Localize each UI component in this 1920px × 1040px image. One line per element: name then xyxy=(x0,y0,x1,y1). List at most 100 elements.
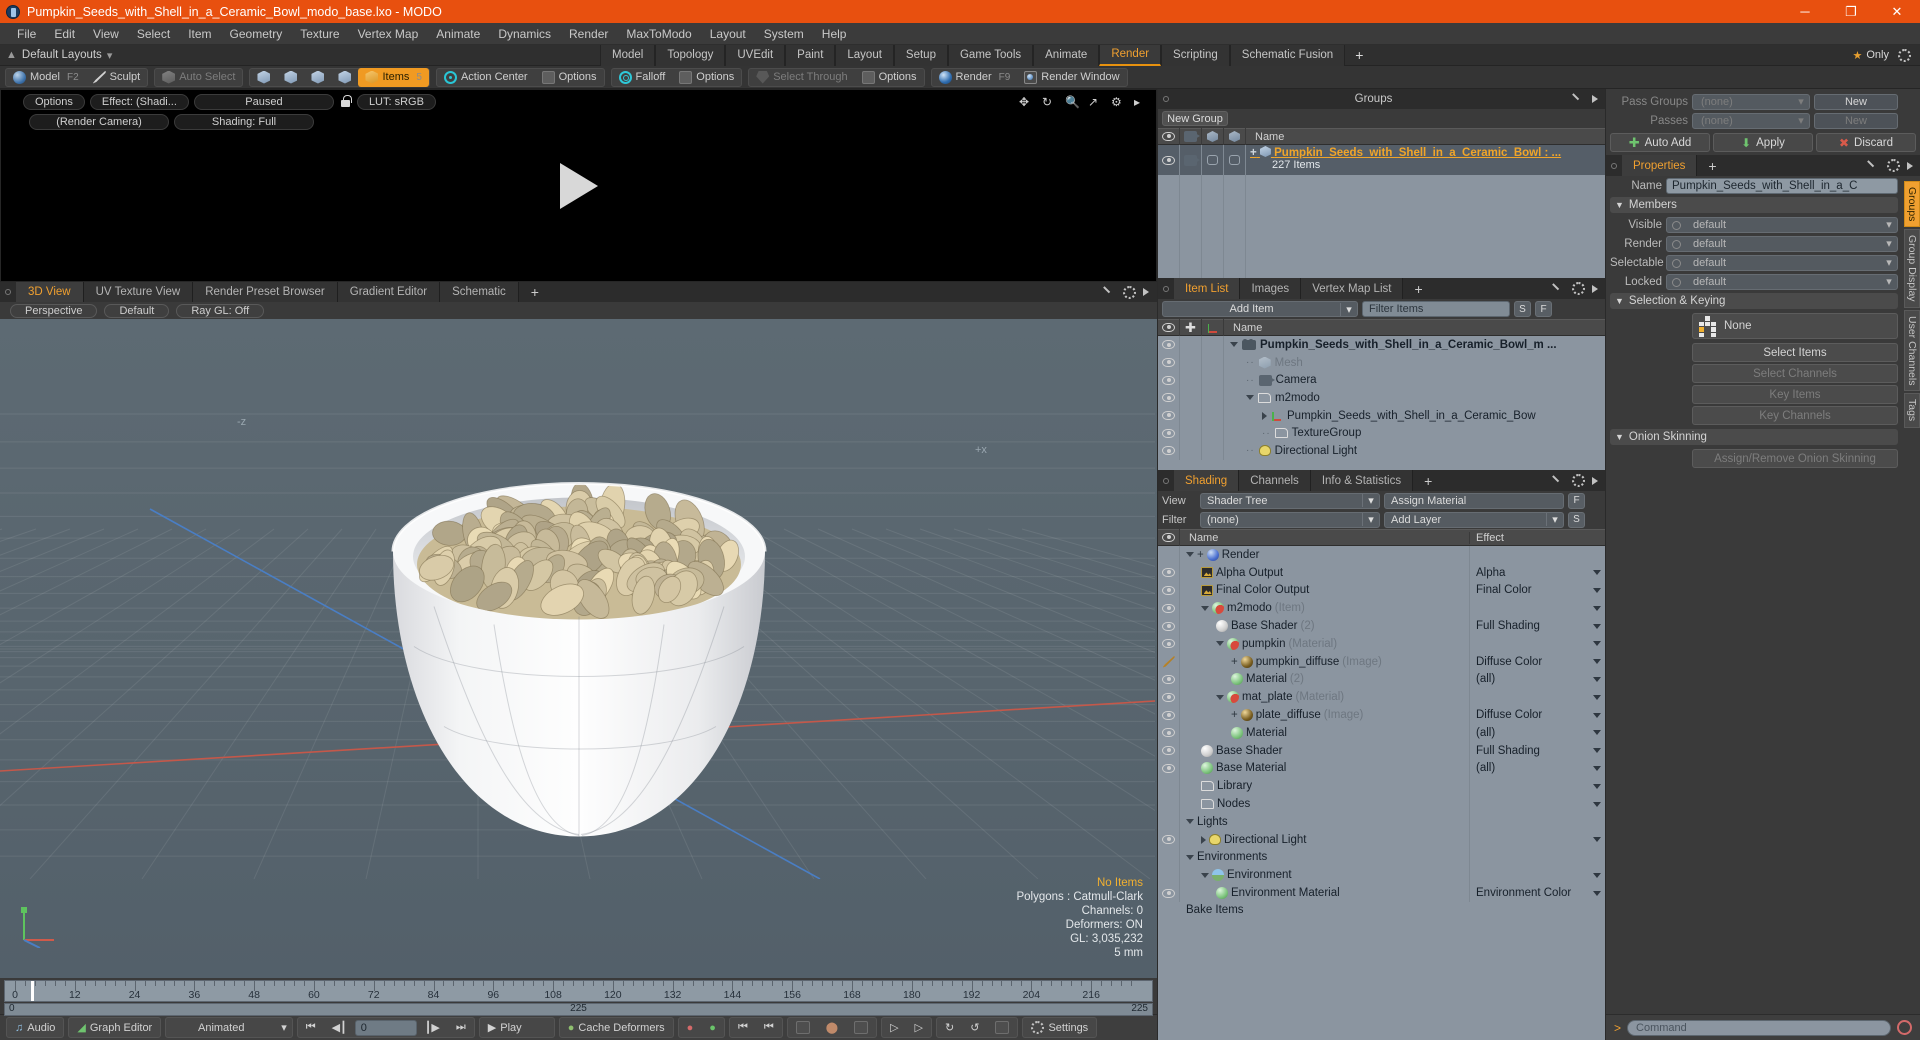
shader-row-name[interactable]: Lights xyxy=(1180,816,1469,828)
shader-row-name[interactable]: Base Shader (2) xyxy=(1180,620,1469,633)
menu-system[interactable]: System xyxy=(755,25,813,43)
item-list-dot[interactable] xyxy=(1158,278,1174,299)
shader-row-effect[interactable] xyxy=(1469,634,1605,653)
item-row-visible[interactable] xyxy=(1158,353,1180,372)
group-visible-toggle[interactable] xyxy=(1158,145,1180,175)
shader-row-visible[interactable] xyxy=(1158,688,1180,707)
shader-row-visible[interactable] xyxy=(1158,884,1180,902)
shader-tree-row[interactable]: + Render xyxy=(1158,546,1605,564)
action-center-options-button[interactable]: Options xyxy=(535,69,604,86)
step-back-button[interactable]: ◀┃ xyxy=(324,1018,355,1037)
key-create-button[interactable]: ● xyxy=(679,1018,702,1037)
shader-row-name[interactable]: + Render xyxy=(1180,548,1469,561)
shader-tree-row[interactable]: Base Shader Full Shading xyxy=(1158,741,1605,760)
menu-dynamics[interactable]: Dynamics xyxy=(489,25,560,43)
shader-row-effect[interactable]: Final Color xyxy=(1469,581,1605,600)
shader-row-visible[interactable] xyxy=(1158,759,1180,778)
chevron-down-icon[interactable] xyxy=(1593,676,1601,682)
shader-tree-row[interactable]: Directional Light xyxy=(1158,830,1605,849)
add-item-tab-button[interactable]: + xyxy=(1403,278,1433,299)
record-command-icon[interactable] xyxy=(1897,1020,1912,1035)
menu-animate[interactable]: Animate xyxy=(427,25,489,43)
shading-s-button[interactable]: S xyxy=(1568,511,1585,528)
groups-col-lock[interactable] xyxy=(1224,128,1246,145)
shader-row-effect[interactable]: Diffuse Color xyxy=(1469,706,1605,724)
shader-row-effect[interactable]: Full Shading xyxy=(1469,617,1605,635)
menu-vertex-map[interactable]: Vertex Map xyxy=(349,25,428,43)
group-name[interactable]: + Pumpkin_Seeds_with_Shell_in_a_Ceramic_… xyxy=(1250,146,1605,159)
chevron-down-icon[interactable] xyxy=(1593,765,1601,771)
passes-dropdown[interactable]: (none) ▾ xyxy=(1692,112,1810,129)
item-row-lock[interactable] xyxy=(1180,389,1202,407)
chevron-down-icon[interactable] xyxy=(1201,605,1209,611)
groups-col-select[interactable] xyxy=(1202,128,1224,145)
shader-tree-row[interactable]: Final Color Output Final Color xyxy=(1158,581,1605,600)
audio-button[interactable]: ♫ Audio xyxy=(7,1018,63,1037)
auto-add-button[interactable]: ✚ Auto Add xyxy=(1610,133,1710,152)
expand-plus-icon[interactable]: + xyxy=(1231,656,1238,668)
shader-row-effect[interactable]: (all) xyxy=(1469,670,1605,689)
shader-row-name[interactable]: m2modo (Item) xyxy=(1180,602,1469,615)
shader-row-visible[interactable] xyxy=(1158,617,1180,635)
layout-tab-setup[interactable]: Setup xyxy=(893,44,948,66)
side-tab-user-channels[interactable]: User Channels xyxy=(1904,309,1920,392)
item-row-transform[interactable] xyxy=(1202,371,1224,390)
chevron-down-icon[interactable] xyxy=(1593,783,1601,789)
item-row-transform[interactable] xyxy=(1202,353,1224,372)
chevron-down-icon[interactable] xyxy=(1186,552,1194,558)
menu-maxtomodo[interactable]: MaxToModo xyxy=(617,25,700,43)
maximize-button[interactable]: ❐ xyxy=(1828,0,1874,23)
shader-row-effect[interactable]: Full Shading xyxy=(1469,741,1605,760)
shading-expand-icon[interactable] xyxy=(1553,475,1565,487)
group-name-input[interactable]: Pumpkin_Seeds_with_Shell_in_a_C xyxy=(1666,177,1898,194)
item-row-visible[interactable] xyxy=(1158,424,1180,443)
side-tab-group-display[interactable]: Group Display xyxy=(1904,229,1920,308)
preview-viewport[interactable]: Options Effect: (Shadi... Paused LUT: sR… xyxy=(0,89,1157,282)
expand-plus-icon[interactable]: + xyxy=(1231,709,1238,721)
groups-col-visible[interactable] xyxy=(1158,128,1180,145)
ellipse-key-button[interactable]: ⬤ xyxy=(818,1018,846,1037)
layout-tab-paint[interactable]: Paint xyxy=(785,44,836,66)
viewport-ray-gl-off-button[interactable]: Ray GL: Off xyxy=(176,303,265,318)
item-row-visible[interactable] xyxy=(1158,389,1180,407)
chevron-down-icon[interactable] xyxy=(1593,570,1601,576)
settings-button[interactable]: Settings xyxy=(1023,1018,1096,1037)
timeline-ruler[interactable]: 0 12 24 36 48 60 72 84 96 108 120 132 144 156 168 180 19… xyxy=(4,980,1153,1002)
menu-select[interactable]: Select xyxy=(128,25,179,43)
chevron-right-icon[interactable] xyxy=(1262,411,1267,420)
shader-row-effect[interactable] xyxy=(1469,688,1605,707)
chevron-down-icon[interactable] xyxy=(1593,623,1601,629)
onion-skinning-button[interactable]: Assign/Remove Onion Skinning xyxy=(1692,449,1898,468)
key-step-prev-button[interactable]: ▷ xyxy=(882,1018,906,1037)
gear-icon[interactable] xyxy=(1898,48,1911,62)
menu-edit[interactable]: Edit xyxy=(45,25,84,43)
properties-expand-icon[interactable] xyxy=(1868,160,1880,172)
item-row-lock[interactable] xyxy=(1180,406,1202,425)
key-shape-button[interactable] xyxy=(846,1018,876,1037)
item-list-row[interactable]: Pumpkin_Seeds_with_Shell_in_a_Ceramic_Bo… xyxy=(1158,406,1605,425)
play-button[interactable]: ▶ Play xyxy=(480,1018,554,1037)
key-items-button[interactable]: Key Items xyxy=(1692,385,1898,404)
tab-shading[interactable]: Shading xyxy=(1174,470,1240,491)
minimize-button[interactable]: ─ xyxy=(1782,0,1828,23)
shader-row-name[interactable]: + pumpkin_diffuse (Image) xyxy=(1180,655,1469,668)
command-input[interactable]: Command xyxy=(1627,1019,1891,1036)
group-select-toggle[interactable] xyxy=(1202,145,1224,175)
shader-tree-row[interactable]: Environments xyxy=(1158,848,1605,867)
item-row-lock[interactable] xyxy=(1180,336,1202,354)
preview-paused-button[interactable]: Paused xyxy=(193,94,334,110)
group-render-toggle[interactable] xyxy=(1180,145,1202,175)
viewport-tab-render-preset-browser[interactable]: Render Preset Browser xyxy=(193,282,338,302)
shader-row-visible[interactable] xyxy=(1158,563,1180,582)
shading-dot[interactable] xyxy=(1158,470,1174,491)
shader-tree-row[interactable]: + pumpkin_diffuse (Image) Diffuse Color xyxy=(1158,652,1605,671)
side-tab-groups[interactable]: Groups xyxy=(1904,181,1920,228)
shader-tree-row[interactable]: Material (all) xyxy=(1158,723,1605,742)
tab-images[interactable]: Images xyxy=(1240,278,1302,299)
group-row[interactable]: + Pumpkin_Seeds_with_Shell_in_a_Ceramic_… xyxy=(1158,145,1605,175)
shader-row-visible[interactable] xyxy=(1158,795,1180,813)
shader-row-name[interactable]: Material (2) xyxy=(1180,673,1469,686)
chevron-down-icon[interactable] xyxy=(1230,342,1238,348)
key-step-next-button[interactable]: ▷ xyxy=(907,1018,931,1037)
auto-select-button[interactable]: Auto Select xyxy=(155,69,242,86)
